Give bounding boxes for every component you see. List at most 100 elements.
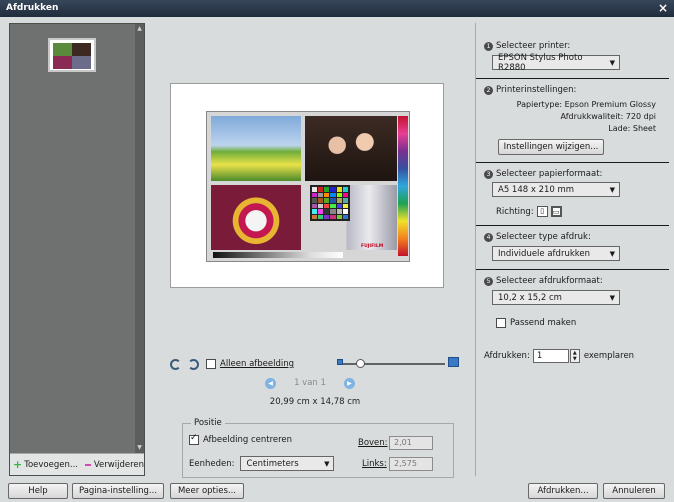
zoom-in-icon[interactable] xyxy=(448,357,459,367)
chevron-down-icon: ▼ xyxy=(609,185,615,194)
portrait-orientation-icon[interactable]: ▯ xyxy=(536,206,548,217)
thumbnail-panel: ▲ ▼ + Toevoegen... Verwijderen xyxy=(9,23,145,476)
thumbnail-quadrant xyxy=(72,43,91,56)
top-field[interactable]: 2,01 xyxy=(389,436,433,450)
step-number: 1 xyxy=(484,41,493,51)
only-image-label: Alleen afbeelding xyxy=(220,359,295,369)
photo-field xyxy=(211,116,301,181)
add-remove-bar: + Toevoegen... Verwijderen xyxy=(10,453,144,475)
remove-button[interactable]: Verwijderen xyxy=(94,460,144,470)
zoom-slider-knob[interactable] xyxy=(356,359,365,368)
settings-panel: 1 Selecteer printer: EPSON Stylus Photo … xyxy=(475,23,669,476)
close-icon[interactable]: × xyxy=(658,1,668,15)
photo-fruit xyxy=(211,185,301,250)
window-title: Afdrukken xyxy=(6,3,59,13)
orientation-row: Richting: ▯ ▭ xyxy=(496,206,562,217)
copies-input[interactable]: 1 xyxy=(532,349,569,363)
paper-tray: Lade: Sheet xyxy=(608,124,656,133)
center-image-row: Afbeelding centreren xyxy=(189,433,293,445)
print-quality: Afdrukkwaliteit: 720 dpi xyxy=(560,112,656,121)
print-type-dropdown[interactable]: Individuele afdrukken ▼ xyxy=(492,246,620,261)
thumbnail-image[interactable] xyxy=(48,38,96,72)
units-label: Eenheden: xyxy=(189,458,235,469)
step-number: 4 xyxy=(484,232,493,242)
copies-suffix: exemplaren xyxy=(583,351,635,361)
color-bar xyxy=(398,116,408,256)
scroll-up-icon[interactable]: ▲ xyxy=(136,25,143,33)
step-paper-size: 3 Selecteer papierformaat: xyxy=(484,169,602,179)
only-image-checkbox[interactable] xyxy=(206,359,216,369)
position-group: Positie Afbeelding centreren Eenheden: C… xyxy=(182,418,454,478)
grey-ramp xyxy=(213,252,343,258)
step-print-type: 4 Selecteer type afdruk: xyxy=(484,232,591,242)
landscape-orientation-icon[interactable]: ▭ xyxy=(550,206,562,217)
color-swatches xyxy=(310,185,350,221)
help-button[interactable]: Help xyxy=(8,483,68,499)
center-image-checkbox[interactable] xyxy=(189,433,199,445)
rotate-left-icon[interactable] xyxy=(170,358,181,370)
change-settings-button[interactable]: Instellingen wijzigen... xyxy=(498,139,604,155)
remove-icon[interactable] xyxy=(84,463,91,466)
top-label: Boven: xyxy=(358,438,388,448)
copies-row: Afdrukken: 1 ▲ ▼ exemplaren xyxy=(484,349,634,363)
step-select-printer: 1 Selecteer printer: xyxy=(484,41,570,51)
position-legend: Positie xyxy=(191,418,225,428)
chevron-right-icon[interactable]: ▶ xyxy=(343,377,355,389)
fit-checkbox[interactable] xyxy=(496,318,506,328)
units-dropdown[interactable]: Centimeters ▼ xyxy=(240,456,335,471)
orientation-label: Richting: xyxy=(496,206,534,217)
photo-portrait xyxy=(305,116,397,181)
printer-settings-summary: Papiertype: Epson Premium Glossy Afdrukk… xyxy=(517,99,656,135)
more-options-button[interactable]: Meer opties... xyxy=(170,483,244,499)
chevron-down-icon: ▼ xyxy=(609,58,615,67)
photo-preview[interactable]: FUJIFILM xyxy=(206,111,410,262)
step-label: Selecteer papierformaat: xyxy=(496,169,603,179)
center-image-label: Afbeelding centreren xyxy=(203,435,293,445)
step-printer-settings: 2 Printerinstellingen: xyxy=(484,85,576,95)
print-dimensions: 20,99 cm x 14,78 cm xyxy=(269,397,361,407)
step-number: 3 xyxy=(484,169,493,179)
printer-value: EPSON Stylus Photo R2880 xyxy=(498,52,583,73)
watermark-label: FUJIFILM xyxy=(361,244,384,249)
units-value: Centimeters xyxy=(246,458,299,469)
left-field[interactable]: 2,575 xyxy=(389,457,433,471)
title-bar: Afdrukken × xyxy=(0,0,674,17)
printer-dropdown[interactable]: EPSON Stylus Photo R2880 ▼ xyxy=(492,52,620,73)
paper-preview: FUJIFILM xyxy=(170,83,444,288)
print-type-value: Individuele afdrukken xyxy=(498,248,590,259)
divider xyxy=(476,78,669,79)
thumbnail-quadrant xyxy=(53,56,72,69)
copies-stepper[interactable]: ▲ ▼ xyxy=(569,349,580,363)
step-label: Selecteer type afdruk: xyxy=(496,232,591,242)
add-button[interactable]: Toevoegen... xyxy=(24,460,78,470)
units-row: Eenheden: Centimeters ▼ xyxy=(189,456,335,471)
scroll-down-icon[interactable]: ▼ xyxy=(136,444,143,452)
paper-size-value: A5 148 x 210 mm xyxy=(498,184,575,195)
rotate-right-icon[interactable] xyxy=(188,358,199,370)
left-label: Links: xyxy=(362,459,387,469)
page-indicator: 1 van 1 xyxy=(294,378,326,388)
fit-label: Passend maken xyxy=(510,318,577,328)
add-icon[interactable]: + xyxy=(13,458,22,471)
step-label: Selecteer afdrukformaat: xyxy=(496,276,603,286)
chevron-down-icon: ▼ xyxy=(324,459,330,468)
chevron-down-icon: ▼ xyxy=(609,293,615,302)
divider xyxy=(476,225,669,226)
chevron-down-icon: ▼ xyxy=(609,249,615,258)
paper-type: Papiertype: Epson Premium Glossy xyxy=(516,100,656,109)
thumbnail-scrollbar[interactable]: ▲ ▼ xyxy=(135,24,144,453)
step-number: 5 xyxy=(484,276,493,286)
print-size-dropdown[interactable]: 10,2 x 15,2 cm ▼ xyxy=(492,290,620,305)
cancel-button[interactable]: Annuleren xyxy=(603,483,665,499)
divider xyxy=(476,162,669,163)
print-button[interactable]: Afdrukken... xyxy=(528,483,598,499)
zoom-slider[interactable] xyxy=(343,359,445,368)
chevron-left-icon[interactable]: ◀ xyxy=(265,377,276,389)
copies-label: Afdrukken: xyxy=(484,351,530,361)
step-label: Selecteer printer: xyxy=(496,41,571,51)
paper-size-dropdown[interactable]: A5 148 x 210 mm ▼ xyxy=(492,182,620,197)
page-setup-button[interactable]: Pagina-instelling... xyxy=(72,483,164,499)
thumbnail-quadrant xyxy=(53,43,72,56)
preview-controls: Alleen afbeelding xyxy=(170,357,460,371)
page-navigator: ◀ 1 van 1 ▶ xyxy=(265,377,355,389)
